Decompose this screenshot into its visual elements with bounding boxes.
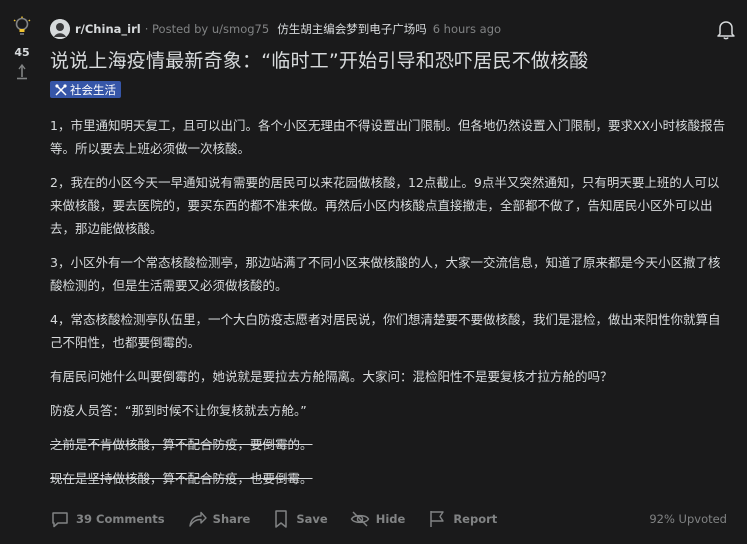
upvote-ratio: 92% Upvoted [649,512,727,526]
save-button[interactable]: Save [272,509,328,529]
share-icon [187,509,207,529]
paragraph: 防疫人员答：“那到时候不让你复核就去方舱。” [50,403,307,418]
post-card: 45 r/China_irl · Posted by u/smog75 仿生胡主… [0,0,747,544]
subreddit-avatar-icon[interactable] [50,19,70,39]
report-button[interactable]: Report [427,509,497,529]
comments-label: 39 Comments [76,512,165,526]
post-actions: 39 Comments Share Save Hide Report 92% U… [50,504,747,534]
flair-label: 社会生活 [70,82,116,97]
share-label: Share [212,512,251,526]
flair-tools-icon [55,83,67,96]
bell-icon[interactable] [715,18,737,40]
posted-by[interactable]: · Posted by u/smog75 [145,22,270,36]
post-body: 1，市里通知明天复工，且可以出门。各个小区无理由不得设置出门限制。但各地仍然设置… [50,114,730,501]
bookmark-icon [272,509,290,529]
comment-icon [50,509,70,529]
downvote-icon[interactable] [13,63,31,81]
post-title[interactable]: 说说上海疫情最新奇象：“临时工”开始引导和恐吓居民不做核酸 [50,46,589,73]
strikethrough-paragraph: 现在是坚持做核酸，算不配合防疫，也要倒霉。 [50,471,313,486]
comments-button[interactable]: 39 Comments [50,509,165,529]
paragraph: 1，市里通知明天复工，且可以出门。各个小区无理由不得设置出门限制。但各地仍然设置… [50,118,726,156]
paragraph: 4，常态核酸检测亭队伍里，一个大白防疫志愿者对居民说，你们想清楚要不要做核酸，我… [50,312,721,350]
hide-button[interactable]: Hide [350,509,406,529]
vote-score: 45 [14,46,30,59]
vote-column: 45 [0,0,44,544]
paragraph: 2，我在的小区今天一早通知说有需要的居民可以来花园做核酸，12点截止。9点半又突… [50,175,720,236]
share-button[interactable]: Share [187,509,251,529]
upvote-bulb-icon[interactable] [12,16,32,38]
subreddit-link[interactable]: r/China_irl [75,22,141,36]
post-meta: r/China_irl · Posted by u/smog75 仿生胡主编会梦… [50,18,501,40]
report-label: Report [453,512,498,526]
save-label: Save [296,512,328,526]
hide-label: Hide [375,512,406,526]
eye-slash-icon [350,509,370,529]
flag-icon [427,509,447,529]
paragraph: 3，小区外有一个常态核酸检测亭，那边站满了不同小区来做核酸的人，大家一交流信息，… [50,255,721,293]
strikethrough-paragraph: 之前是不肯做核酸，算不配合防疫，要倒霉的。 [50,437,313,452]
post-time[interactable]: 6 hours ago [433,22,501,36]
post-flair-tag[interactable]: 社会生活 [50,81,121,98]
paragraph: 有居民问她什么叫要倒霉的，她说就是要拉去方舱隔离。大家问：混检阳性不是要复核才拉… [50,369,613,384]
user-flair: 仿生胡主编会梦到电子广场吗 [277,22,427,36]
